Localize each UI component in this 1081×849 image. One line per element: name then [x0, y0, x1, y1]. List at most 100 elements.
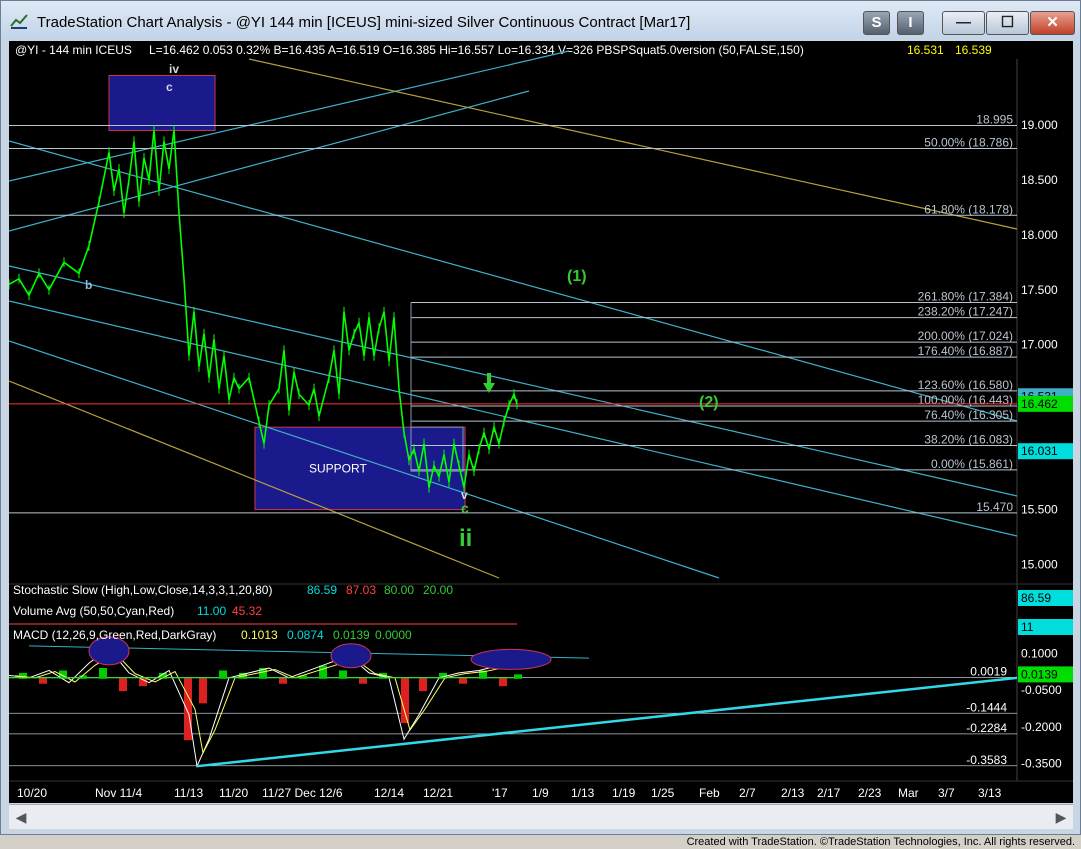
x-tick-label: 1/19 — [612, 786, 636, 800]
fib-level-label: 100.00% (16.443) — [918, 393, 1013, 407]
stoch-tag: 86.59 — [1021, 591, 1051, 605]
horizontal-scrollbar[interactable]: ◀ ▶ — [9, 804, 1073, 829]
y-tick-label: 15.500 — [1021, 503, 1058, 517]
macd-label: MACD (12,26,9,Green,Red,DarkGray) — [13, 628, 216, 642]
fib-level-label: 123.60% (16.580) — [918, 378, 1013, 392]
stoch-val-4: 20.00 — [423, 583, 453, 597]
macd-line — [9, 647, 518, 768]
x-tick-label: 1/25 — [651, 786, 675, 800]
upper-box — [108, 74, 216, 131]
y-tick-label: 15.000 — [1021, 558, 1058, 572]
fib-level-label: 38.20% (16.083) — [924, 432, 1013, 446]
volume-val-1: 11.00 — [197, 604, 226, 618]
x-tick-label: 11/20 — [219, 786, 248, 800]
footer-credit: Created with TradeStation. ©TradeStation… — [686, 836, 1075, 848]
y-tick-label: 18.500 — [1021, 173, 1058, 187]
x-tick-label: Nov 11/4 — [95, 786, 142, 800]
macd-divergence-ellipse — [330, 643, 372, 669]
macd-histogram-bar — [319, 665, 327, 679]
macd-histogram-bar — [99, 668, 107, 679]
scroll-right-arrow-icon[interactable]: ▶ — [1053, 807, 1069, 827]
chart-svg[interactable]: @YI - 144 min ICEUS L=16.462 0.053 0.32%… — [9, 41, 1073, 803]
title-bar[interactable]: TradeStation Chart Analysis - @YI 144 mi… — [1, 1, 1080, 39]
price-tag-label: 16.031 — [1021, 444, 1058, 458]
macd-val-1: 0.1013 — [241, 628, 278, 642]
price-panel[interactable]: 19.00018.50018.00017.50017.00016.50016.0… — [9, 50, 1073, 781]
macd-tag: 0.0139 — [1021, 667, 1058, 681]
volume-val-2: 45.32 — [232, 604, 262, 618]
x-tick-label: 2/13 — [781, 786, 805, 800]
x-tick-label: 11/27 Dec 12/6 — [262, 786, 343, 800]
x-tick-label: 3/7 — [938, 786, 955, 800]
x-tick-label: 2/7 — [739, 786, 756, 800]
fib-level-label: 176.40% (16.887) — [918, 344, 1013, 358]
x-tick-label: Mar — [898, 786, 919, 800]
volume-avg-label: Volume Avg (50,50,Cyan,Red) — [13, 604, 174, 618]
macd-histogram-bar — [39, 677, 47, 684]
macd-support-trendline — [196, 676, 1018, 768]
quote-stats: L=16.462 0.053 0.32% B=16.435 A=16.519 O… — [149, 43, 804, 57]
x-tick-label: 3/13 — [978, 786, 1002, 800]
macd-histogram-bar — [199, 677, 207, 704]
fib-level-label: 15.470 — [976, 500, 1013, 514]
macd-y-tick: 0.1000 — [1021, 646, 1058, 660]
macd-histogram-bar — [359, 677, 367, 684]
symbol-label: @YI - 144 min ICEUS — [15, 43, 132, 57]
header-val1: 16.531 — [907, 43, 944, 57]
x-tick-label: 11/13 — [174, 786, 203, 800]
tradestation-app-icon — [10, 14, 28, 29]
trend-channel-line — [9, 265, 1018, 497]
close-button[interactable]: ✕ — [1030, 11, 1075, 35]
trend-channel-line — [9, 300, 1018, 537]
trend-channel-line — [9, 90, 530, 232]
fib-level-label: 61.80% (18.178) — [924, 202, 1013, 216]
fib-level-label: 200.00% (17.024) — [918, 329, 1013, 343]
x-tick-label: Feb — [699, 786, 720, 800]
header-val2: 16.539 — [955, 43, 992, 57]
macd-y-tick: -0.3500 — [1021, 757, 1062, 771]
x-tick-label: 2/23 — [858, 786, 882, 800]
macd-level-label: 0.0019 — [970, 664, 1007, 678]
macd-level-label: -0.1444 — [966, 700, 1007, 714]
macd-histogram-bar — [119, 677, 127, 692]
macd-y-tick: -0.0500 — [1021, 683, 1062, 697]
window-title: TradeStation Chart Analysis - @YI 144 mi… — [37, 14, 691, 31]
stoch-val-1: 86.59 — [307, 583, 337, 597]
y-tick-label: 17.500 — [1021, 283, 1058, 297]
macd-val-3: 0.0139 — [333, 628, 370, 642]
macd-histogram-bar — [279, 677, 287, 684]
fib-level-label: 0.00% (15.861) — [931, 457, 1013, 471]
fib-level-label: 50.00% (18.786) — [924, 135, 1013, 149]
trend-channel-line — [248, 58, 1018, 230]
minimize-button[interactable]: — — [942, 11, 985, 35]
macd-histogram-bar — [139, 677, 147, 687]
y-tick-label: 17.000 — [1021, 338, 1058, 352]
macd-level-label: -0.3583 — [966, 753, 1007, 767]
x-tick-label: 10/20 — [17, 786, 47, 800]
macd-histogram-bar — [459, 677, 467, 684]
fib-level-label: 76.40% (16.305) — [924, 408, 1013, 422]
macd-histogram-bar — [499, 677, 507, 687]
chart-area[interactable]: @YI - 144 min ICEUS L=16.462 0.053 0.32%… — [9, 41, 1073, 803]
wave-label: c — [461, 500, 469, 516]
i-button[interactable]: I — [897, 11, 924, 35]
wave-label: v — [461, 488, 468, 502]
scroll-left-arrow-icon[interactable]: ◀ — [13, 807, 29, 827]
macd-histogram-bar — [419, 677, 427, 692]
macd-histogram-bar — [401, 677, 409, 723]
trend-channel-line — [9, 340, 720, 579]
y-tick-label: 18.000 — [1021, 228, 1058, 242]
x-tick-label: 12/21 — [423, 786, 453, 800]
s-button[interactable]: S — [863, 11, 890, 35]
macd-val-2: 0.0874 — [287, 628, 324, 642]
macd-histogram-bar — [184, 677, 192, 741]
x-tick-label: 12/14 — [374, 786, 404, 800]
volume-tag: 11 — [1021, 620, 1034, 634]
y-tick-label: 19.000 — [1021, 118, 1058, 132]
wave-label: (2) — [699, 394, 719, 411]
stoch-val-3: 80.00 — [384, 583, 414, 597]
x-tick-label: 1/9 — [532, 786, 549, 800]
maximize-button[interactable]: ☐ — [986, 11, 1029, 35]
wave-label: b — [85, 278, 92, 292]
fib-level-label: 238.20% (17.247) — [918, 305, 1013, 319]
